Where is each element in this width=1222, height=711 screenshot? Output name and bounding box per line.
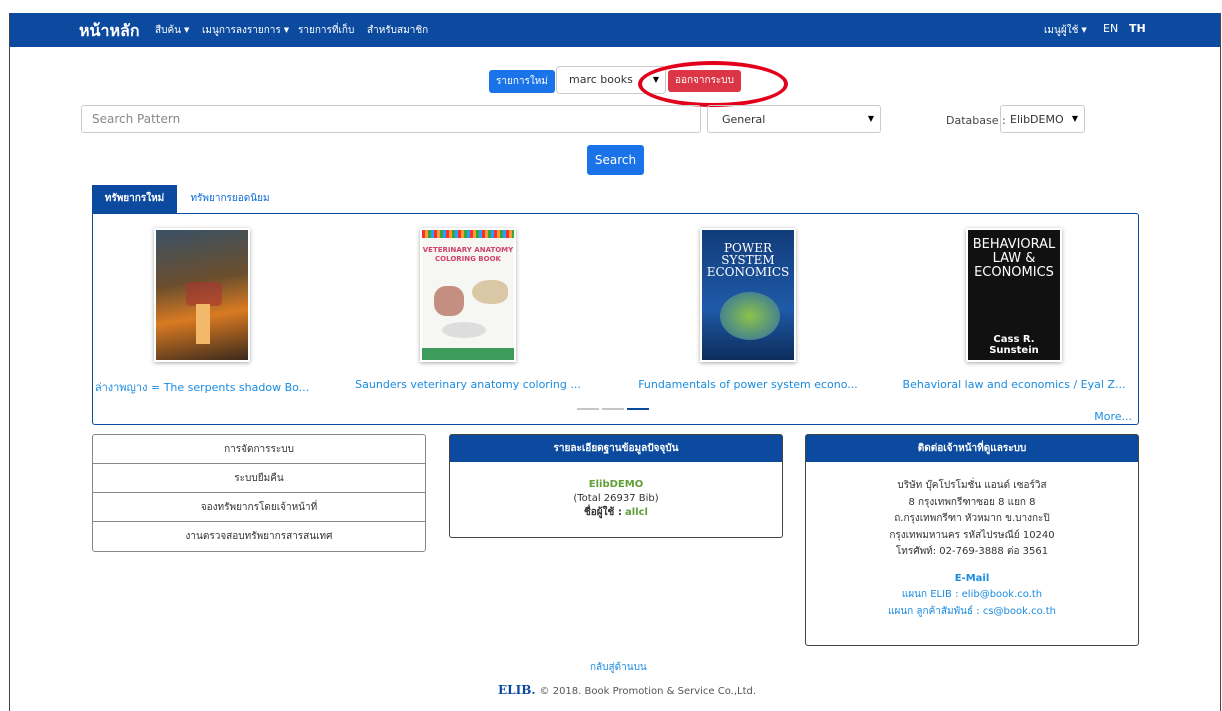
- cover-art: [442, 322, 486, 338]
- db-total: (Total 26937 Bib): [573, 493, 659, 504]
- db-name: ElibDEMO: [588, 479, 644, 490]
- footer: ELIB. © 2018. Book Promotion & Service Co…: [498, 683, 756, 697]
- search-input[interactable]: Search Pattern: [81, 105, 701, 133]
- admin-menu-item[interactable]: จองทรัพยากรโดยเจ้าหน้าที่: [93, 493, 425, 522]
- contact-line: บริษัท บุ๊คโปรโมชั่น แอนด์ เซอร์วิส: [897, 480, 1047, 491]
- email-link[interactable]: แผนก ลูกค้าสัมพันธ์ : cs@book.co.th: [806, 604, 1138, 621]
- contact-line: 8 กรุงเทพกรีฑาซอย 8 แยก 8: [908, 496, 1036, 508]
- database-info-card: รายละเอียดฐานข้อมูลปัจจุบัน ElibDEMO (To…: [449, 434, 783, 538]
- email-link[interactable]: แผนก ELIB : elib@book.co.th: [806, 587, 1138, 604]
- books-carousel: ล่างาพญาง = The serpents shadow Bo... VE…: [92, 213, 1139, 425]
- card-body: บริษัท บุ๊คโปรโมชั่น แอนด์ เซอร์วิส 8 กร…: [806, 462, 1138, 620]
- user-select-value: marc books: [569, 73, 633, 86]
- lang-en-link[interactable]: EN: [1103, 22, 1118, 35]
- back-to-top-link[interactable]: กลับสู่ด้านบน: [590, 660, 647, 675]
- carousel-indicators: [577, 400, 652, 413]
- admin-menu-item[interactable]: ระบบยืมคืน: [93, 464, 425, 493]
- cover-art: [720, 292, 780, 340]
- contact-line: กรุงเทพมหานคร รหัสไปรษณีย์ 10240: [889, 529, 1055, 541]
- carousel-indicator[interactable]: [577, 408, 599, 410]
- nav-search-label: สืบค้น: [155, 25, 181, 36]
- nav-holdings-link[interactable]: รายการที่เก็บ: [298, 23, 354, 38]
- user-select[interactable]: marc books ▼: [556, 66, 666, 94]
- book-cover-image[interactable]: BEHAVIORAL LAW & ECONOMICS Cass R. Sunst…: [966, 228, 1062, 362]
- database-select[interactable]: ElibDEMO ▼: [1000, 105, 1085, 133]
- cover-art: [196, 304, 210, 344]
- caret-down-icon: ▼: [1081, 26, 1087, 34]
- book-cover-image[interactable]: POWER SYSTEM ECONOMICS: [700, 228, 796, 362]
- search-field-value: General: [722, 113, 766, 126]
- database-select-value: ElibDEMO: [1010, 113, 1064, 126]
- dropdown-arrow-icon: ▼: [867, 114, 874, 123]
- nav-cataloging-label: เมนูการลงรายการ: [202, 25, 281, 36]
- book-cover-image[interactable]: [154, 228, 250, 362]
- admin-menu-item[interactable]: งานตรวจสอบทรัพยากรสารสนเทศ: [93, 522, 425, 551]
- book-item[interactable]: BEHAVIORAL LAW & ECONOMICS Cass R. Sunst…: [899, 228, 1129, 391]
- tab-new-resources[interactable]: ทรัพยากรใหม่: [92, 185, 177, 213]
- card-header: รายละเอียดฐานข้อมูลปัจจุบัน: [450, 435, 782, 462]
- nav-cataloging-menu[interactable]: เมนูการลงรายการ ▼: [202, 23, 289, 38]
- cover-title: VETERINARY ANATOMY COLORING BOOK: [422, 246, 514, 263]
- new-record-button[interactable]: รายการใหม่: [489, 70, 555, 93]
- contact-line: ถ.กรุงเทพกรีฑา หัวหมาก ข.บางกะปิ: [894, 513, 1050, 524]
- cover-art: [434, 286, 464, 316]
- elib-logo: ELIB.: [498, 683, 536, 697]
- dropdown-arrow-icon: ▼: [1071, 114, 1078, 123]
- user-menu-label: เมนูผู้ใช้: [1044, 25, 1079, 36]
- card-header: ติดต่อเจ้าหน้าที่ดูแลระบบ: [806, 435, 1138, 462]
- card-body: ElibDEMO (Total 26937 Bib) ชื่อผู้ใช้ : …: [450, 462, 782, 520]
- cover-stripes: [422, 230, 514, 238]
- caret-down-icon: ▼: [283, 26, 290, 34]
- home-link[interactable]: หน้าหลัก: [79, 19, 140, 44]
- book-title-link[interactable]: Fundamentals of power system econo...: [633, 378, 863, 391]
- user-menu[interactable]: เมนูผู้ใช้ ▼: [1044, 23, 1087, 38]
- cover-title: BEHAVIORAL LAW & ECONOMICS: [972, 237, 1056, 280]
- database-label: Database :: [946, 114, 1006, 127]
- cover-author: Cass R. Sunstein: [989, 334, 1039, 356]
- top-navbar: หน้าหลัก สืบค้น ▼ เมนูการลงรายการ ▼ รายการ…: [10, 13, 1220, 47]
- lang-th-link[interactable]: TH: [1129, 22, 1146, 35]
- search-field-select[interactable]: General ▼: [707, 105, 881, 133]
- caret-down-icon: ▼: [183, 26, 190, 34]
- email-heading: E-Mail: [954, 572, 990, 584]
- cover-art: [472, 280, 508, 304]
- admin-menu-item[interactable]: การจัดการระบบ: [93, 435, 425, 464]
- search-button[interactable]: Search: [587, 145, 644, 175]
- browser-frame: หน้าหลัก สืบค้น ▼ เมนูการลงรายการ ▼ รายการ…: [9, 13, 1221, 711]
- book-item[interactable]: ล่างาพญาง = The serpents shadow Bo...: [87, 228, 317, 396]
- cover-band: [422, 348, 514, 360]
- contact-card: ติดต่อเจ้าหน้าที่ดูแลระบบ บริษัท บุ๊คโปร…: [805, 434, 1139, 646]
- carousel-indicator-active[interactable]: [627, 408, 649, 410]
- more-link[interactable]: More...: [1094, 410, 1132, 423]
- cover-art: [186, 282, 222, 306]
- db-user-value: allcl: [625, 507, 648, 518]
- admin-menu: การจัดการระบบ ระบบยืมคืน จองทรัพยากรโดยเ…: [92, 434, 426, 552]
- book-item[interactable]: VETERINARY ANATOMY COLORING BOOK Saunder…: [353, 228, 583, 391]
- cover-title: POWER SYSTEM ECONOMICS: [706, 241, 790, 279]
- logout-button[interactable]: ออกจากระบบ: [668, 70, 741, 92]
- book-cover-image[interactable]: VETERINARY ANATOMY COLORING BOOK: [420, 228, 516, 362]
- book-item[interactable]: POWER SYSTEM ECONOMICS Fundamentals of p…: [633, 228, 863, 391]
- book-title-link[interactable]: Behavioral law and economics / Eyal Z...: [899, 378, 1129, 391]
- contact-line: โทรศัพท์: 02-769-3888 ต่อ 3561: [895, 546, 1049, 557]
- db-user-label: ชื่อผู้ใช้ :: [584, 507, 622, 518]
- nav-members-link[interactable]: สำหรับสมาชิก: [367, 23, 428, 38]
- tab-popular-resources[interactable]: ทรัพยากรยอดนิยม: [180, 185, 280, 213]
- book-title-link[interactable]: ล่างาพญาง = The serpents shadow Bo...: [87, 378, 317, 396]
- nav-search-menu[interactable]: สืบค้น ▼: [155, 23, 189, 38]
- carousel-indicator[interactable]: [602, 408, 624, 410]
- copyright-text: © 2018. Book Promotion & Service Co.,Ltd…: [539, 686, 757, 697]
- db-user-line: ชื่อผู้ใช้ : allcl: [450, 506, 782, 520]
- book-title-link[interactable]: Saunders veterinary anatomy coloring ...: [353, 378, 583, 391]
- dropdown-arrow-icon: ▼: [652, 75, 659, 84]
